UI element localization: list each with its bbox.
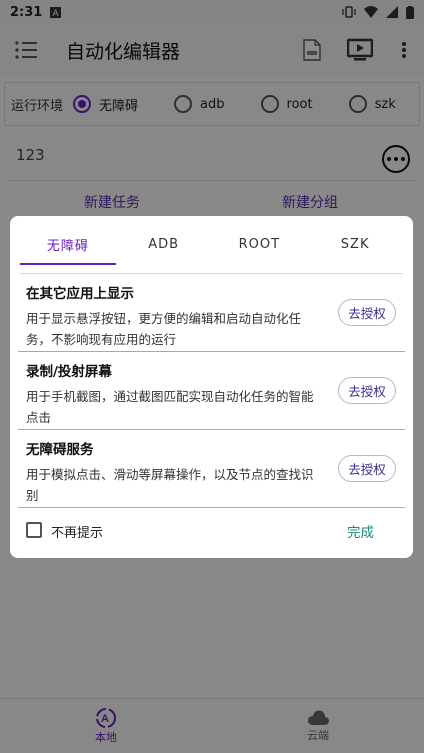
tab-root[interactable]: ROOT: [212, 224, 308, 264]
dialog-tabs: 无障碍 ADB ROOT SZK: [20, 224, 403, 264]
authorize-button[interactable]: 去授权: [338, 377, 396, 404]
permission-title: 无障碍服务: [26, 442, 94, 458]
permission-desc: 用于手机截图，通过截图匹配实现自动化任务的智能点击: [26, 389, 314, 425]
permission-desc: 用于模拟点击、滑动等屏幕操作，以及节点的查找识别: [26, 467, 314, 503]
permission-title: 录制/投射屏幕: [26, 364, 112, 380]
authorize-button[interactable]: 去授权: [338, 299, 396, 326]
permission-title: 在其它应用上显示: [26, 286, 134, 302]
tab-szk[interactable]: SZK: [307, 224, 403, 264]
divider: [20, 273, 403, 274]
tab-adb[interactable]: ADB: [116, 224, 212, 264]
done-button[interactable]: 完成: [347, 521, 374, 541]
permission-desc: 用于显示悬浮按钮，更方便的编辑和启动自动化任务，不影响现有应用的运行: [26, 311, 302, 347]
tab-indicator: [20, 263, 116, 265]
permission-dialog: 无障碍 ADB ROOT SZK 在其它应用上显示 用于显示悬浮按钮，更方便的编…: [10, 216, 413, 558]
authorize-button[interactable]: 去授权: [338, 455, 396, 482]
divider: [18, 507, 405, 508]
tab-accessibility[interactable]: 无障碍: [20, 224, 116, 264]
dont-remind-checkbox[interactable]: [26, 522, 42, 538]
dont-remind-label: 不再提示: [51, 526, 104, 541]
divider: [18, 351, 405, 352]
divider: [18, 429, 405, 430]
